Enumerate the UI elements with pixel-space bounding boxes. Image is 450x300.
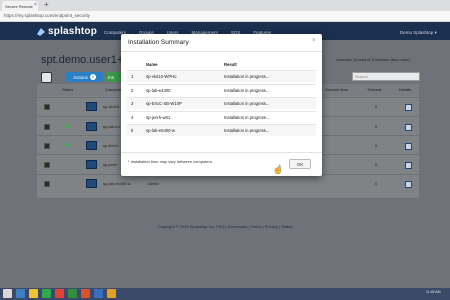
computer-icon	[86, 102, 97, 111]
dialog-row-result: Installation in progress...	[224, 101, 270, 106]
row-threads: 0	[375, 124, 378, 129]
dialog-row-index: 3	[131, 101, 134, 106]
row-threads: 0	[375, 181, 378, 186]
folder-icon[interactable]	[29, 289, 38, 298]
row-computer-name[interactable]: sp-jenrh	[103, 162, 117, 167]
row-checkbox[interactable]	[44, 104, 50, 110]
dialog-note: * Installation time may vary between com…	[128, 159, 213, 164]
splashtop-logo-icon	[37, 27, 45, 36]
dialog-row-result: Installation in progress...	[224, 74, 270, 79]
taskbar-app-icon[interactable]	[107, 289, 116, 298]
url-text[interactable]: https://my.splashtop.com/endpoint_securi…	[4, 13, 90, 18]
details-icon[interactable]	[405, 104, 412, 111]
close-tab-icon[interactable]: ×	[34, 2, 37, 8]
dialog-title: Installation Summary	[128, 39, 189, 46]
computer-icon	[86, 141, 97, 150]
dialog-row-result: Installation in progress...	[224, 115, 270, 120]
dialog-row-name: sp-lab-e5400-w	[146, 128, 175, 133]
dialog-row-index: 4	[131, 115, 134, 120]
dialog-footer-divider	[121, 152, 322, 153]
user-menu[interactable]: Demo Splashtop ▾	[400, 30, 437, 36]
dialog-divider	[121, 51, 322, 52]
dialog-row-result: Installation in progress...	[224, 88, 270, 93]
address-bar[interactable]: https://my.splashtop.com/endpoint_securi…	[0, 11, 450, 22]
dialog-row-name: sp-vkd10-WPHo	[146, 74, 177, 79]
search-input[interactable]: Search	[352, 72, 420, 81]
page-title: spt.demo.user1+rs	[41, 54, 133, 66]
taskbar-app-icon[interactable]	[16, 289, 25, 298]
online-status-icon	[65, 124, 69, 128]
row-computer-name[interactable]: sp-EricC	[103, 143, 118, 148]
dialog-col-result: Result	[224, 62, 237, 67]
row-checkbox[interactable]	[44, 124, 50, 130]
dialog-row-index: 1	[131, 74, 134, 79]
dialog-row-name: sp-lab-e4300	[146, 88, 171, 93]
ok-button-label: OK	[296, 161, 304, 167]
col-status[interactable]: Status	[62, 87, 73, 92]
dialog-row-index: 2	[131, 88, 134, 93]
actions-button[interactable]: Actions 0	[66, 72, 103, 82]
taskbar-app-icon[interactable]	[42, 289, 51, 298]
dialog-row-name: sp-jenrh-w81	[146, 115, 171, 120]
chrome-icon[interactable]	[55, 289, 64, 298]
details-icon[interactable]	[405, 143, 412, 150]
ok-button[interactable]: OK	[289, 159, 311, 169]
col-details[interactable]: Details	[399, 87, 411, 92]
row-checkbox[interactable]	[44, 143, 50, 149]
splashtop-logo[interactable]: splashtop	[36, 25, 97, 38]
dialog-row-name: sp-EricC-SB-W10P	[146, 101, 182, 106]
browser-tab[interactable]: Secure Remote	[2, 1, 38, 11]
logo-text: splashtop	[48, 26, 98, 37]
computer-icon	[86, 179, 97, 188]
row-group: Demo	[148, 181, 159, 186]
dialog-row-result: Installation in progress...	[224, 128, 270, 133]
licenses-info: Licenses: 5 used of 5 licenses (buy more…	[336, 57, 410, 62]
row-checkbox[interactable]	[44, 181, 50, 187]
details-icon[interactable]	[405, 162, 412, 169]
search-placeholder: Search	[355, 74, 368, 79]
row-computer-name[interactable]: sp-lab-e4	[103, 124, 120, 129]
new-tab-button[interactable]: +	[44, 0, 49, 10]
row-checkbox[interactable]	[44, 162, 50, 168]
browser-tab-title: Secure Remote	[5, 3, 33, 9]
install-button-label: Ins	[108, 74, 115, 80]
row-computer-name[interactable]: sp-vkd10	[103, 104, 119, 109]
row-threads: 0	[375, 162, 378, 167]
page-footer: Copyright © 2019 Splashtop Inc. FAQ | Do…	[157, 224, 293, 229]
row-computer-name[interactable]: sp-lab-e5400-w	[103, 181, 131, 186]
start-icon[interactable]	[3, 289, 12, 298]
copy-button[interactable]	[41, 72, 52, 83]
col-computer[interactable]: Computer	[105, 87, 123, 92]
row-threads: 0	[375, 143, 378, 148]
mouse-cursor-icon: ☝	[273, 165, 283, 174]
actions-label: Actions	[73, 74, 88, 80]
computer-icon	[86, 122, 97, 131]
col-threads[interactable]: Threads	[367, 87, 382, 92]
dialog-col-name: Name	[146, 62, 158, 67]
col-session-time[interactable]: Session time	[325, 87, 348, 92]
word-icon[interactable]	[94, 289, 103, 298]
details-icon[interactable]	[405, 124, 412, 131]
row-threads: 0	[375, 104, 378, 109]
details-icon[interactable]	[405, 181, 412, 188]
taskbar-clock[interactable]: 11:45 AM	[426, 290, 441, 294]
excel-icon[interactable]	[68, 289, 77, 298]
computer-icon	[86, 160, 97, 169]
powerpoint-icon[interactable]	[81, 289, 90, 298]
browser-tabstrip	[0, 0, 450, 11]
dialog-row-index: 5	[131, 128, 134, 133]
close-icon[interactable]: ×	[312, 38, 316, 44]
actions-count-badge: 0	[89, 74, 96, 80]
online-status-icon	[65, 143, 69, 147]
